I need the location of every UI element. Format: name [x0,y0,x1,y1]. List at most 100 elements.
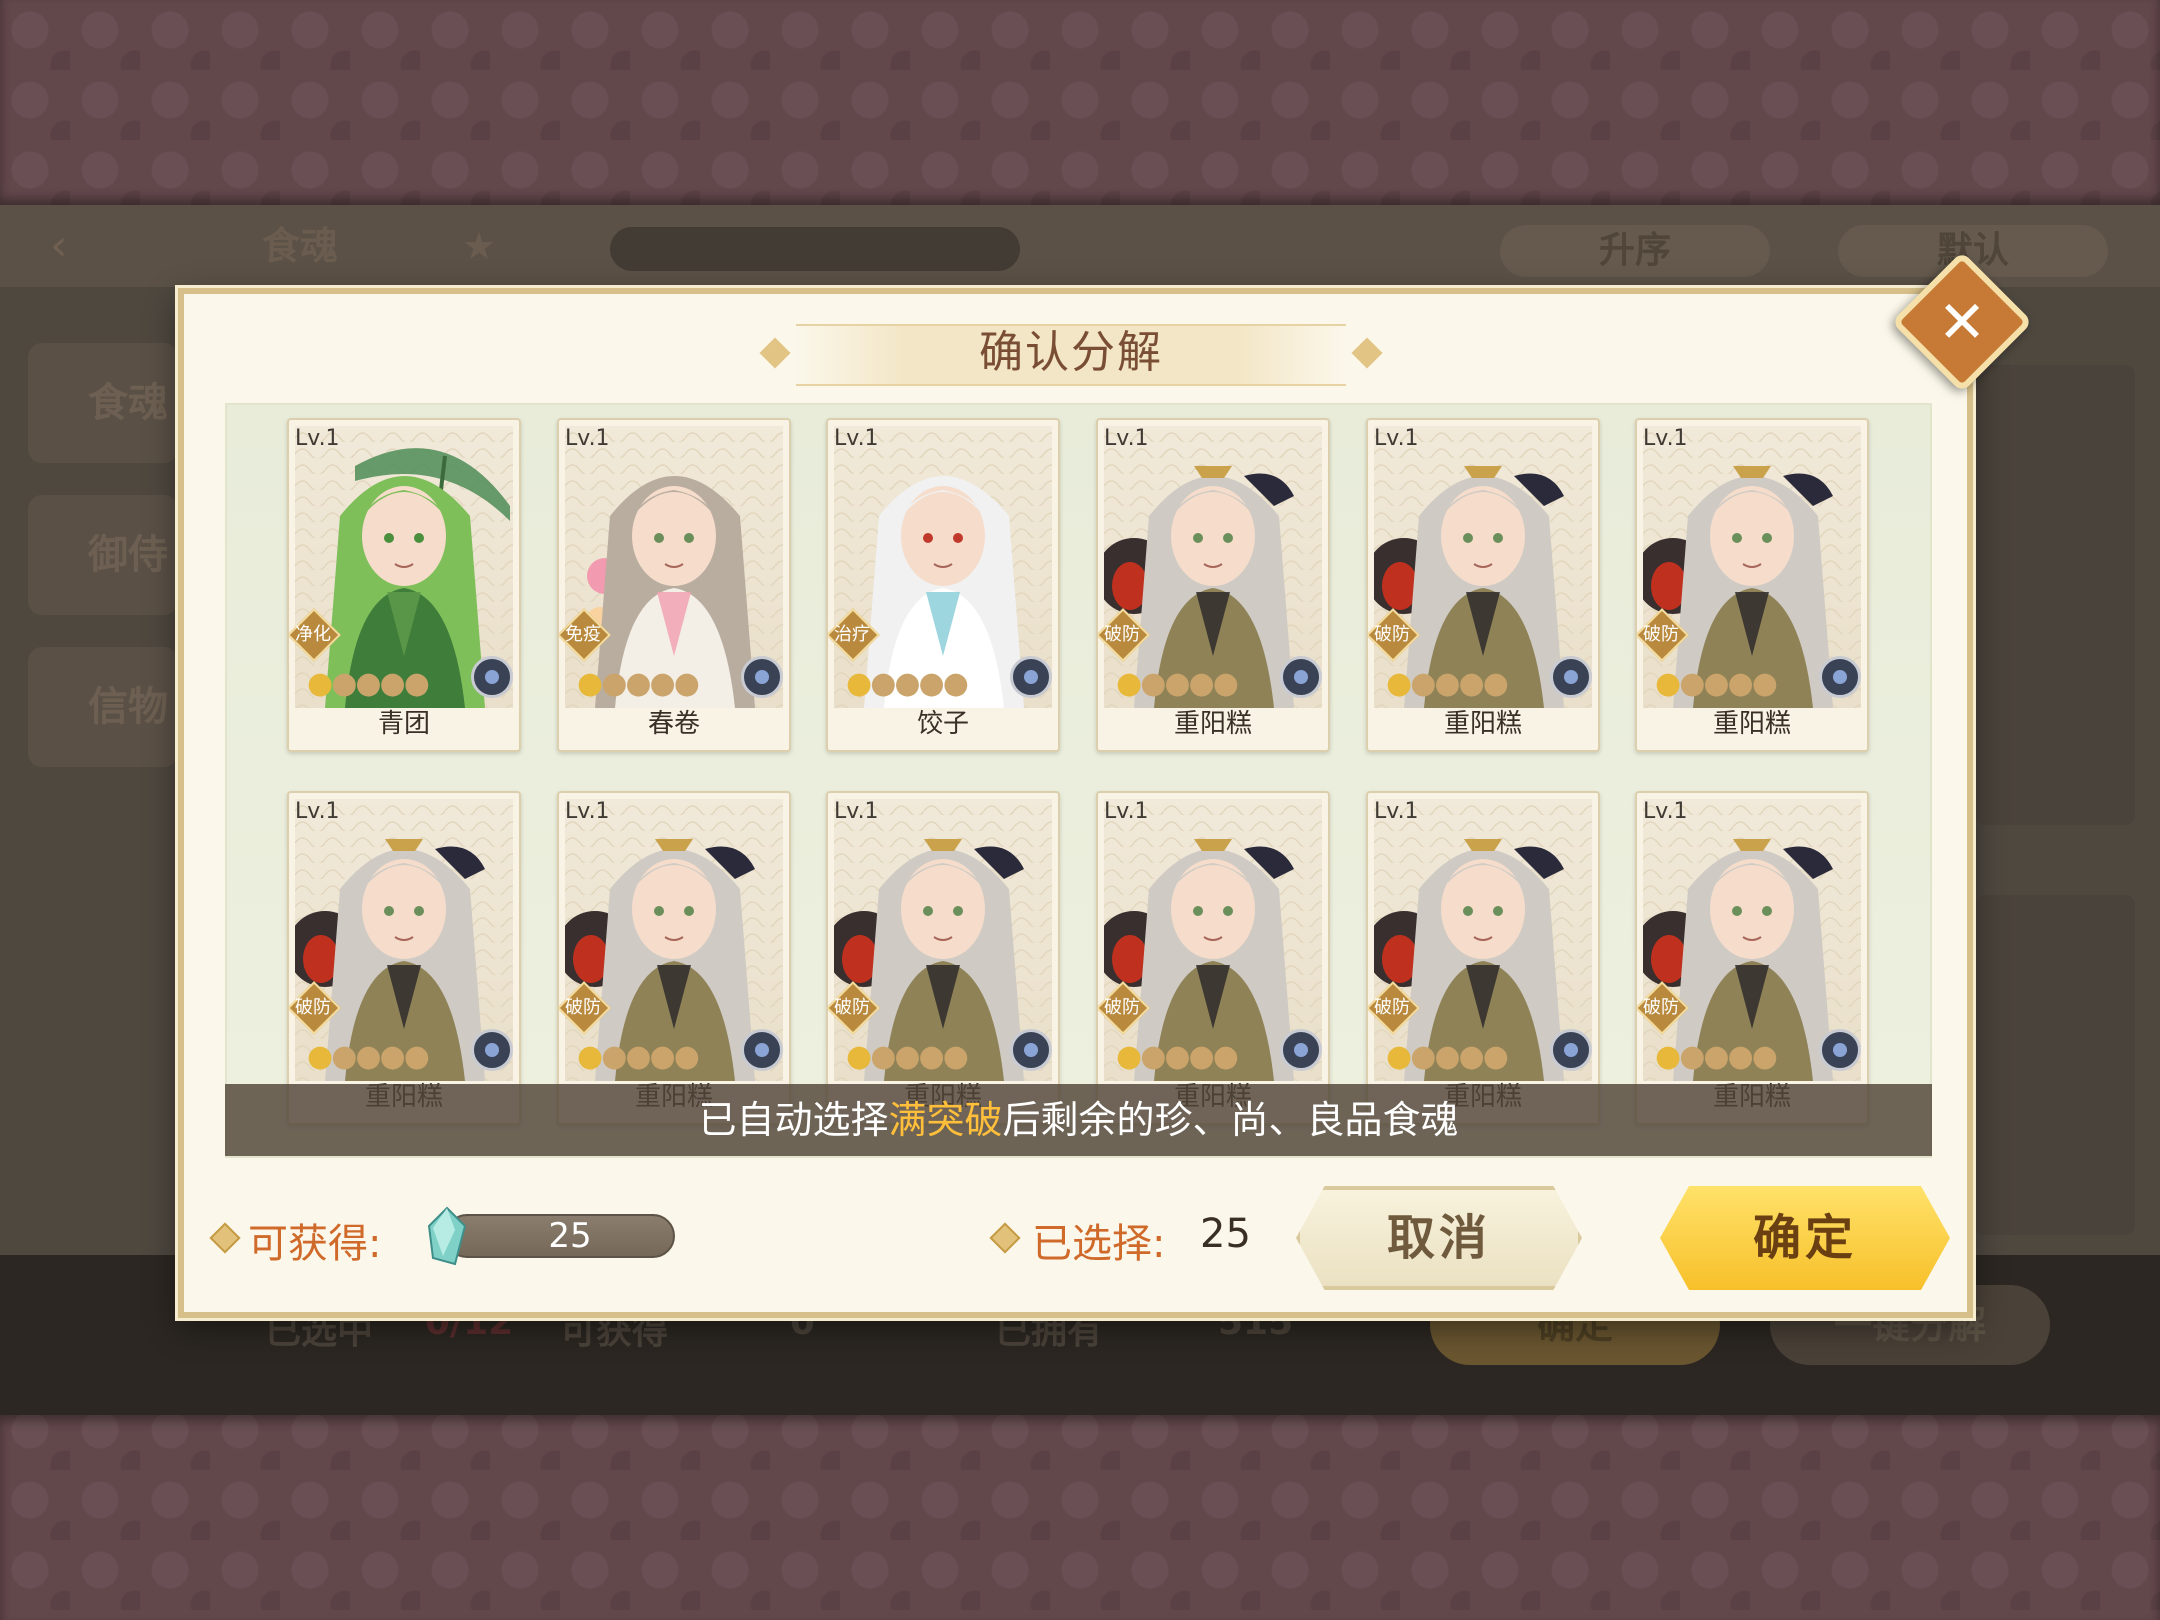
star-filled-icon: ● [307,1039,333,1074]
top-band [0,0,2160,205]
skill-label: 破防 [1643,997,1679,1018]
element-icon [1550,1029,1592,1071]
card-level: Lv.1 [565,799,610,824]
star-filled-icon: ● [307,666,333,701]
food-soul-card[interactable]: Lv.1 破防 ●●●●● 重阳糕 [557,791,791,1125]
card-name: 青团 [377,709,430,739]
background-tab: 食魂 [262,224,339,268]
food-soul-card[interactable]: Lv.1 破防 ●●●●● 重阳糕 [826,791,1060,1125]
food-soul-card[interactable]: Lv.1 破防 ●●●●● 重阳糕 [1635,418,1869,752]
background-search-pill [610,227,1020,271]
star-icon: ★ [462,224,497,268]
card-level: Lv.1 [1643,799,1688,824]
skill-label: 破防 [834,997,870,1018]
skill-badge: 免疫 [559,608,611,662]
star-rating: ●●●●● [1386,666,1509,701]
star-rating: ●●●●● [307,1039,430,1074]
background-card [1975,895,2135,1235]
star-rating: ●●●●● [577,666,700,701]
background-card [1975,365,2135,825]
skill-label: 净化 [295,624,331,645]
skill-badge: 破防 [1637,608,1689,662]
notice-highlight: 满突破 [888,1098,1003,1142]
card-level: Lv.1 [1374,426,1419,451]
star-rating: ●●●●● [1655,666,1778,701]
element-icon [741,656,783,698]
card-level: Lv.1 [295,426,340,451]
dialog-title-wrap: 确认分解 [756,324,1386,386]
star-rating: ●●●●● [1386,1039,1509,1074]
background-side-item: 信物 [28,647,178,767]
skill-badge: 破防 [828,981,880,1035]
skill-label: 破防 [565,997,601,1018]
confirm-button[interactable]: 确定 [1660,1186,1950,1290]
food-soul-card[interactable]: Lv.1 破防 ●●●●● 重阳糕 [287,791,521,1125]
star-filled-icon: ● [846,666,872,701]
element-icon [1010,656,1052,698]
star-rating: ●●●●● [1116,666,1239,701]
skill-badge: 破防 [1098,608,1150,662]
star-filled-icon: ● [577,1039,603,1074]
element-icon [1819,1029,1861,1071]
skill-badge: 破防 [289,981,341,1035]
bottom-band [0,1415,2160,1620]
star-filled-icon: ● [846,1039,872,1074]
skill-label: 治疗 [834,624,870,645]
card-name: 重阳糕 [1712,709,1791,739]
element-icon [1550,656,1592,698]
food-soul-card[interactable]: Lv.1 破防 ●●●●● 重阳糕 [1096,418,1330,752]
food-soul-card[interactable]: Lv.1 破防 ●●●●● 重阳糕 [1635,791,1869,1125]
food-soul-card[interactable]: Lv.1 破防 ●●●●● 重阳糕 [1366,418,1600,752]
skill-badge: 破防 [1098,981,1150,1035]
element-icon [1819,656,1861,698]
food-soul-card[interactable]: Lv.1 治疗 ●●●●● 饺子 [826,418,1060,752]
star-filled-icon: ● [1655,666,1681,701]
card-name: 饺子 [916,709,969,739]
card-level: Lv.1 [1104,426,1149,451]
star-rating: ●●●●● [846,666,969,701]
gain-value: 25 [548,1216,592,1256]
cancel-button[interactable]: 取消 [1296,1186,1582,1290]
back-arrow-icon: ‹ [50,220,68,271]
gain-label: 可获得: [248,1221,382,1267]
skill-badge: 破防 [1368,981,1420,1035]
notice-prefix: 已自动选择 [698,1098,889,1142]
element-icon [1280,1029,1322,1071]
close-icon[interactable]: ✕ [1912,272,2012,372]
card-level: Lv.1 [295,799,340,824]
element-icon [741,1029,783,1071]
card-level: Lv.1 [834,426,879,451]
skill-label: 破防 [1643,624,1679,645]
element-icon [471,656,513,698]
skill-badge: 破防 [559,981,611,1035]
star-rating: ●●●●● [1116,1039,1239,1074]
star-rating: ●●●●● [1655,1039,1778,1074]
food-soul-card[interactable]: Lv.1 免疫 ●●●●● 春卷 [557,418,791,752]
food-soul-card[interactable]: Lv.1 破防 ●●●●● 重阳糕 [1366,791,1600,1125]
dialog-title: 确认分解 [979,327,1163,378]
card-level: Lv.1 [1104,799,1149,824]
food-soul-card[interactable]: Lv.1 净化 ●●●●● 青团 [287,418,521,752]
skill-badge: 治疗 [828,608,880,662]
star-filled-icon: ● [1116,666,1142,701]
notice-suffix: 后剩余的珍、尚、良品食魂 [1002,1098,1459,1142]
star-filled-icon: ● [1386,666,1412,701]
card-level: Lv.1 [1643,426,1688,451]
card-name: 重阳糕 [1173,709,1252,739]
background-side-item: 御侍 [28,495,178,615]
card-name: 重阳糕 [1443,709,1522,739]
selected-label: 已选择: [1032,1221,1166,1267]
element-icon [471,1029,513,1071]
food-soul-card[interactable]: Lv.1 破防 ●●●●● 重阳糕 [1096,791,1330,1125]
star-rating: ●●●●● [846,1039,969,1074]
skill-label: 免疫 [565,624,601,645]
skill-badge: 净化 [289,608,341,662]
skill-badge: 破防 [1637,981,1689,1035]
background-side-item: 食魂 [28,343,178,463]
star-filled-icon: ● [1655,1039,1681,1074]
skill-label: 破防 [1374,997,1410,1018]
card-level: Lv.1 [834,799,879,824]
star-filled-icon: ● [1386,1039,1412,1074]
skill-label: 破防 [1374,624,1410,645]
star-filled-icon: ● [577,666,603,701]
